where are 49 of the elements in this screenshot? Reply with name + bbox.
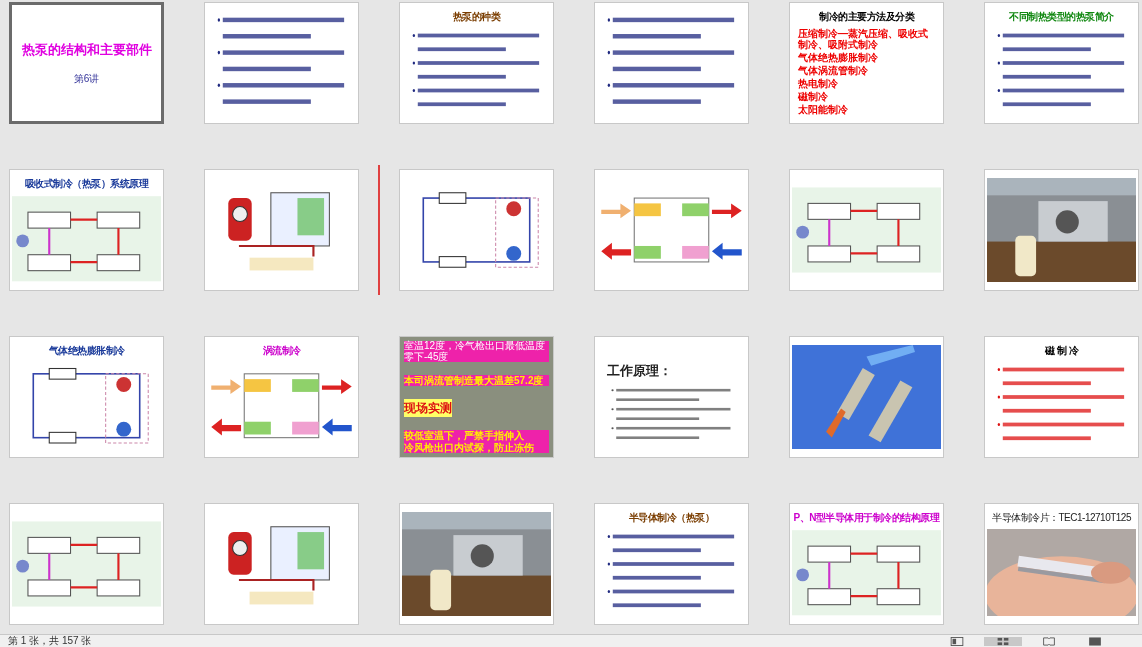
overlay-text: 较低室温下，严禁手指伸入 冷风枪出口内试探，防止冻伤: [404, 430, 549, 453]
list-item: 气体绝热膨胀制冷: [798, 51, 879, 63]
slide-title: 半导体制冷片：TEC1-12710T125: [991, 512, 1132, 525]
overlay-text: 室温12度，冷气枪出口最低温度零下-45度: [404, 341, 549, 362]
slide-thumbnail[interactable]: 不同制热类型的热泵简介: [984, 2, 1139, 124]
slide-thumbnail[interactable]: 热泵的结构和主要部件 第6讲: [9, 2, 164, 124]
slide-thumbnail[interactable]: [594, 169, 749, 291]
slide-thumbnail[interactable]: [594, 2, 749, 124]
slide-thumbnail[interactable]: [789, 169, 944, 291]
slide-thumbnail[interactable]: 气体绝热膨胀制冷: [9, 336, 164, 458]
slide-thumbnail[interactable]: 吸收式制冷（热泵）系统原理: [9, 169, 164, 291]
slide-title: 半导体制冷（热泵）: [627, 512, 716, 525]
overlay-text: 本司涡流管制造最大温差57.2度: [404, 375, 549, 386]
slide-thumbnail[interactable]: 涡流制冷: [204, 336, 359, 458]
slide-thumbnail[interactable]: 半导体制冷片：TEC1-12710T125: [984, 503, 1139, 625]
slide-title: 不同制热类型的热泵简介: [1008, 11, 1115, 24]
slide-thumbnail[interactable]: [204, 2, 359, 124]
slide-thumbnail[interactable]: P、N型半导体用于制冷的结构原理: [789, 503, 944, 625]
slide-thumbnail[interactable]: 热泵的种类: [399, 2, 554, 124]
overlay-text: 现场实测: [404, 399, 452, 417]
slide-title: 热泵的种类: [451, 11, 502, 24]
grid-view-icon[interactable]: [984, 636, 1022, 646]
slide-title: P、N型半导体用于制冷的结构原理: [792, 512, 941, 525]
slide-counter: 第 1 张，共 157 张: [8, 636, 92, 646]
slide-title: 热泵的结构和主要部件: [21, 40, 152, 59]
list-item: 压缩制冷—蒸汽压缩、吸收式制冷、吸附式制冷: [798, 27, 929, 50]
slide-thumbnail[interactable]: 磁 制 冷: [984, 336, 1139, 458]
slide-title: 吸收式制冷（热泵）系统原理: [23, 178, 150, 191]
slide-thumbnail[interactable]: [984, 169, 1139, 291]
list-item: 热电制冷: [798, 77, 839, 89]
list-item: 太阳能制冷: [798, 103, 849, 115]
list-item: 磁制冷: [798, 90, 829, 102]
slide-title: 制冷的主要方法及分类: [818, 11, 916, 24]
slide-title: 磁 制 冷: [1043, 345, 1080, 358]
slide-thumbnail[interactable]: [789, 336, 944, 458]
slide-thumbnail[interactable]: 工作原理：: [594, 336, 749, 458]
slide-thumbnail[interactable]: [204, 503, 359, 625]
slide-title: 气体绝热膨胀制冷: [47, 345, 126, 358]
slide-thumbnail[interactable]: 制冷的主要方法及分类 压缩制冷—蒸汽压缩、吸收式制冷、吸附式制冷 气体绝热膨胀制冷 气体涡流管制冷 热电制冷 磁制冷 太阳能制冷: [789, 2, 944, 124]
slide-thumbnail[interactable]: 半导体制冷（热泵）: [594, 503, 749, 625]
slide-thumbnail[interactable]: [9, 503, 164, 625]
slide-thumbnail[interactable]: [204, 169, 359, 291]
list-item: 气体涡流管制冷: [798, 64, 869, 76]
slide-thumbnail[interactable]: [399, 169, 554, 291]
slide-title: 工作原理：: [607, 362, 672, 380]
slide-thumbnail[interactable]: [399, 503, 554, 625]
slide-subtitle: 第6讲: [73, 72, 100, 87]
slide-title: 涡流制冷: [261, 345, 302, 358]
slide-thumbnail[interactable]: 室温12度，冷气枪出口最低温度零下-45度 本司涡流管制造最大温差57.2度 现场实测 较低室温下，严禁手指伸入 冷风枪出口内试探，防止冻伤: [399, 336, 554, 458]
